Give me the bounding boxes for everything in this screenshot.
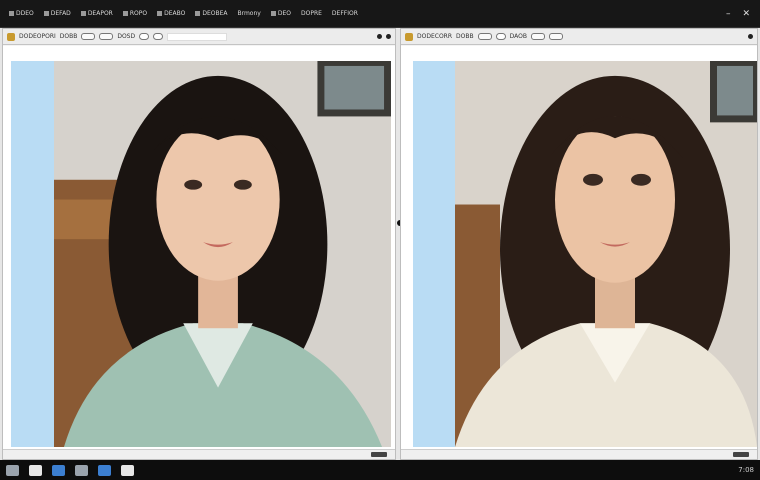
right-status-bar (401, 449, 757, 459)
status-icon (371, 452, 387, 457)
left-panel-title: DODEOPORI (19, 33, 56, 40)
menu-item-7[interactable]: Brmony (232, 10, 265, 17)
mail-icon[interactable] (98, 464, 111, 476)
edit-icon (43, 11, 49, 16)
toolbar-button[interactable] (99, 33, 114, 40)
options-icon[interactable] (377, 34, 382, 39)
right-ruler (413, 61, 455, 447)
right-canvas[interactable] (401, 46, 757, 449)
right-portrait-image (455, 61, 757, 447)
start-icon[interactable] (6, 464, 19, 476)
file-icon (9, 11, 14, 16)
right-portrait-illustration (455, 61, 757, 447)
menu-item-6[interactable]: DEOBEA (190, 10, 232, 17)
zoom-field[interactable] (167, 32, 228, 41)
left-ruler (11, 61, 54, 447)
filter-icon (270, 11, 276, 16)
editor-icon[interactable] (121, 464, 134, 476)
folder-icon[interactable] (75, 464, 88, 476)
window-icon (195, 11, 201, 16)
tools-icon (122, 11, 128, 16)
view-icon (80, 11, 86, 16)
menu-item-10[interactable]: DEFFIOR (327, 10, 363, 17)
menu-item-9[interactable]: DOPRE (296, 10, 327, 17)
image-icon (157, 11, 163, 16)
right-panel-title: DODECORR (417, 33, 453, 40)
close-button[interactable]: ✕ (736, 9, 756, 19)
toolbar-button[interactable] (548, 33, 563, 40)
left-portrait-image (54, 61, 391, 447)
left-image-panel: DODEOPORI DOBB DOSD (2, 28, 396, 460)
toolbar-toggle[interactable] (153, 33, 164, 40)
panel-close-icon[interactable] (386, 34, 391, 39)
right-image-panel: DODECORR DOBB DAOB (400, 28, 758, 460)
document-icon (7, 32, 15, 41)
toolbar-toggle[interactable] (495, 33, 506, 40)
taskbar: 7:08 (0, 460, 760, 480)
toolbar-button[interactable] (81, 33, 96, 40)
menu-item-1[interactable]: DDEO (4, 10, 39, 17)
left-status-bar (3, 449, 395, 459)
minimize-button[interactable]: – (720, 9, 737, 19)
workspace: DODEOPORI DOBB DOSD DODECORR DOBB DAOB (0, 28, 760, 460)
screen: DDEO DEFAD DEAPOR ROPO DEABO DEOBEA Brmo… (0, 0, 760, 480)
right-panel-toolbar: DODECORR DOBB DAOB (401, 29, 757, 45)
panel-close-icon[interactable] (748, 34, 753, 39)
menu-item-5[interactable]: DEABO (152, 10, 190, 17)
menu-item-4[interactable]: ROPO (118, 10, 152, 17)
document-icon (405, 32, 413, 41)
left-panel-toolbar: DODEOPORI DOBB DOSD (3, 29, 395, 45)
search-icon[interactable] (29, 464, 42, 476)
menu-item-3[interactable]: DEAPOR (76, 10, 118, 17)
browser-icon[interactable] (52, 464, 65, 476)
status-icon (733, 452, 749, 457)
menu-item-2[interactable]: DEFAD (39, 10, 76, 17)
toolbar-toggle[interactable] (139, 33, 150, 40)
toolbar-button[interactable] (530, 33, 545, 40)
menu-bar: DDEO DEFAD DEAPOR ROPO DEABO DEOBEA Brmo… (0, 0, 760, 28)
toolbar-button[interactable] (477, 33, 492, 40)
left-canvas[interactable] (3, 46, 395, 449)
tray-clock: 7:08 (738, 466, 754, 474)
menu-item-8[interactable]: DEO (266, 10, 296, 17)
left-portrait-illustration (54, 61, 391, 447)
